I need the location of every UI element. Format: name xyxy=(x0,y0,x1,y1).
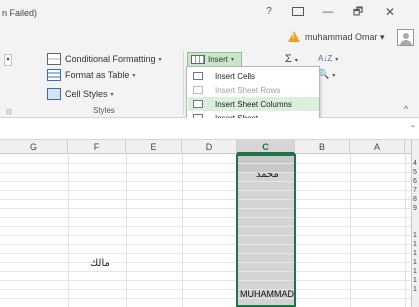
row-number[interactable]: 1 xyxy=(413,277,417,284)
row-number[interactable]: 1 xyxy=(413,268,417,275)
format-as-table-button[interactable]: Format as Table ▾ xyxy=(47,67,135,83)
gridline xyxy=(0,217,411,218)
insert-columns-icon xyxy=(193,100,203,108)
gridline xyxy=(0,298,411,299)
cell-f-arabic-name[interactable]: مالك xyxy=(90,258,110,269)
row-number[interactable]: 4 xyxy=(413,160,417,167)
conditional-formatting-button[interactable]: Conditional Formatting ▾ xyxy=(47,51,162,67)
number-format-dropdown[interactable]: ▾ xyxy=(4,54,12,66)
cell-styles-button[interactable]: Cell Styles ▾ xyxy=(47,86,114,102)
worksheet-grid[interactable]: محمد مالك MUHAMMAD xyxy=(0,154,411,307)
cell-c-arabic-name[interactable]: محمد xyxy=(256,169,279,180)
gridline xyxy=(0,235,411,236)
account-name[interactable]: muhammad Omar ▾ xyxy=(305,32,385,43)
row-number[interactable]: 6 xyxy=(413,178,417,185)
column-header-b[interactable]: B xyxy=(295,140,350,154)
collapse-ribbon-icon[interactable]: ^ xyxy=(404,104,408,114)
avatar[interactable] xyxy=(397,29,414,46)
row-number[interactable]: 7 xyxy=(413,187,417,194)
column-header-a[interactable]: A xyxy=(350,140,405,154)
insert-dropdown-menu: Insert Cells Insert Sheet Rows Insert Sh… xyxy=(186,66,320,126)
row-headers: 4 5 6 7 8 9 1 1 1 1 1 1 1 xyxy=(411,140,419,307)
insert-cells-icon xyxy=(193,72,203,80)
window-title: n Failed) xyxy=(2,8,38,18)
gridline xyxy=(182,154,183,307)
column-header-c[interactable]: C xyxy=(237,140,295,154)
gridline xyxy=(0,289,411,290)
column-header-d[interactable]: D xyxy=(182,140,237,154)
gridline xyxy=(126,154,127,307)
warning-icon[interactable]: ! xyxy=(288,31,300,42)
row-number[interactable]: 9 xyxy=(413,205,417,212)
gridline xyxy=(0,280,411,281)
menu-item-insert-sheet-columns[interactable]: Insert Sheet Columns xyxy=(188,97,319,111)
row-number[interactable]: 1 xyxy=(413,286,417,293)
formula-bar[interactable]: ⌄ xyxy=(0,118,419,140)
sort-icon: A↓Z xyxy=(318,54,333,63)
group-divider xyxy=(183,50,184,114)
restore-button[interactable]: 🗗 xyxy=(347,3,369,21)
row-number[interactable]: 8 xyxy=(413,196,417,203)
avatar-body xyxy=(400,40,412,45)
row-number[interactable]: 1 xyxy=(413,259,417,266)
gridline xyxy=(0,271,411,272)
gridline xyxy=(0,244,411,245)
title-bar: n Failed) ? — 🗗 ✕ xyxy=(0,0,419,26)
insert-button[interactable]: Insert ▾ xyxy=(187,52,242,67)
sort-filter-button[interactable]: A↓Z ▾ xyxy=(318,54,338,63)
gridline xyxy=(0,190,411,191)
minimize-button[interactable]: — xyxy=(317,3,339,21)
gridline xyxy=(0,226,411,227)
gridline xyxy=(0,172,411,173)
gridline xyxy=(68,154,69,307)
cell-styles-icon xyxy=(47,88,61,100)
gridline xyxy=(0,181,411,182)
account-bar: ! muhammad Omar ▾ xyxy=(0,26,419,48)
dialog-launcher-icon[interactable]: ⊡ xyxy=(6,108,12,116)
help-icon[interactable]: ? xyxy=(258,3,280,21)
column-header-f[interactable]: F xyxy=(68,140,126,154)
gridline xyxy=(0,262,411,263)
conditional-formatting-icon xyxy=(47,53,61,65)
row-number[interactable]: 1 xyxy=(413,250,417,257)
insert-icon xyxy=(191,55,205,64)
row-number[interactable]: 5 xyxy=(413,169,417,176)
close-button[interactable]: ✕ xyxy=(379,3,401,21)
menu-item-insert-cells[interactable]: Insert Cells xyxy=(188,69,319,83)
find-select-button[interactable]: 🔍 ▾ xyxy=(318,69,335,80)
styles-group-label: Styles xyxy=(93,106,115,115)
ribbon-options-icon xyxy=(292,7,304,16)
column-headers: G F E D C B A xyxy=(0,140,419,154)
avatar-head xyxy=(403,33,409,39)
cell-c-latin-name[interactable]: MUHAMMAD xyxy=(240,289,294,299)
menu-item-insert-sheet-rows[interactable]: Insert Sheet Rows xyxy=(188,83,319,97)
ribbon-display-options-button[interactable] xyxy=(287,3,309,21)
column-header-e[interactable]: E xyxy=(126,140,182,154)
format-as-table-icon xyxy=(47,69,61,81)
gridline xyxy=(0,253,411,254)
gridline xyxy=(405,154,406,307)
gridline xyxy=(0,163,411,164)
row-number[interactable]: 1 xyxy=(413,232,417,239)
gridline xyxy=(350,154,351,307)
column-header-g[interactable]: G xyxy=(0,140,68,154)
autosum-button[interactable]: Σ ▾ xyxy=(285,53,298,65)
row-number[interactable]: 1 xyxy=(413,241,417,248)
insert-rows-icon xyxy=(193,86,203,94)
gridline xyxy=(0,199,411,200)
expand-formula-bar-icon[interactable]: ⌄ xyxy=(410,121,416,129)
gridline xyxy=(0,208,411,209)
